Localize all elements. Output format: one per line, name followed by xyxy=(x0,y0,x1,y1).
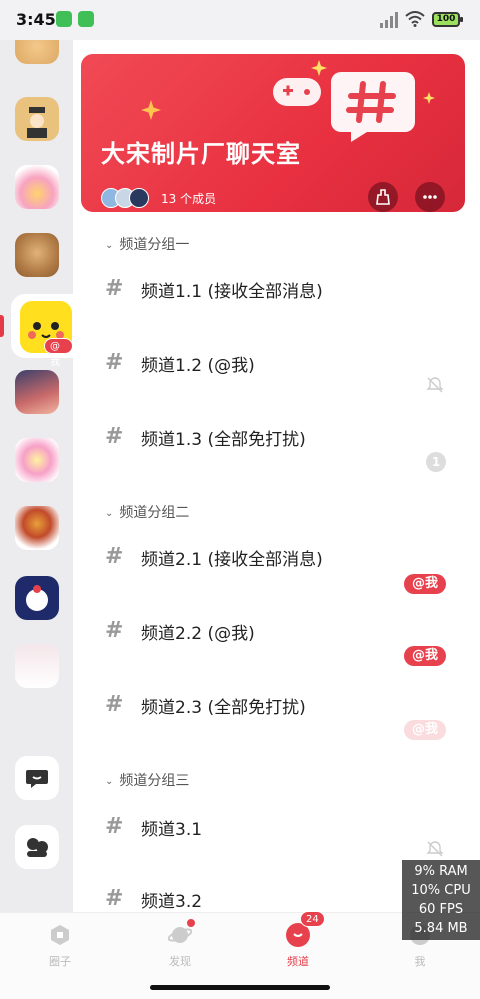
circle-hex-icon xyxy=(48,923,72,947)
group-chat-icon xyxy=(27,838,48,857)
channel-panel[interactable]: 大宋制片厂聊天室 13 个成员 ⌄ 频道分组一 # 频道1.1 (接收全部消息) … xyxy=(73,40,480,912)
bell-off-icon xyxy=(426,376,444,398)
nav-label: 发现 xyxy=(169,955,191,968)
hashtag-icon: # xyxy=(105,276,124,301)
chat-bubble-icon xyxy=(26,770,48,788)
home-indicator[interactable] xyxy=(150,985,330,990)
more-dots-icon xyxy=(423,195,437,199)
server-avatar[interactable] xyxy=(15,576,59,620)
server-avatar[interactable] xyxy=(15,40,59,64)
more-button[interactable] xyxy=(415,182,445,212)
hashtag-icon: # xyxy=(105,350,124,375)
nav-tab-circles[interactable]: 圈子 xyxy=(20,923,100,969)
server-avatar[interactable] xyxy=(15,165,59,209)
mention-badge: @我 xyxy=(44,338,73,368)
sparkle-icon xyxy=(423,92,435,104)
server-rail[interactable]: @我 xyxy=(0,40,73,912)
mention-badge-muted: @我 xyxy=(403,720,446,740)
channel-group-header[interactable]: ⌄ 频道分组一 xyxy=(105,234,189,254)
hashtag-icon: # xyxy=(105,886,124,911)
chevron-down-icon: ⌄ xyxy=(105,776,114,787)
sparkle-icon xyxy=(311,60,327,76)
channel-icon: 24 xyxy=(286,911,325,947)
unread-count-badge: 1 xyxy=(426,452,446,472)
hashtag-icon: # xyxy=(105,814,124,839)
wechat-notification-icon xyxy=(56,11,72,27)
hashtag-icon: # xyxy=(105,618,124,643)
server-avatar[interactable] xyxy=(15,233,59,277)
channel-name: 频道1.1 (接收全部消息) xyxy=(141,282,323,302)
channel-item[interactable]: # 频道2.2 (@我) @我 xyxy=(73,614,480,684)
battery-icon: 100 xyxy=(432,12,463,27)
game-controller-icon xyxy=(273,78,321,106)
server-avatar[interactable] xyxy=(15,97,59,141)
memory-usage: 5.84 MB xyxy=(414,921,468,936)
channel-item[interactable]: # 频道2.3 (全部免打扰) @我 xyxy=(73,688,480,758)
server-avatar[interactable] xyxy=(15,506,59,550)
wechat-notification-icon xyxy=(78,11,94,27)
discover-groups-button[interactable] xyxy=(15,825,59,869)
wifi-icon xyxy=(405,11,425,27)
mention-badge: @我 xyxy=(403,574,446,594)
chevron-down-icon: ⌄ xyxy=(105,240,114,251)
clean-button[interactable] xyxy=(368,182,398,212)
sparkle-icon xyxy=(141,100,161,120)
server-avatar[interactable] xyxy=(15,370,59,414)
ram-usage: 9% RAM xyxy=(414,864,468,879)
channel-name: 频道2.3 (全部免打扰) xyxy=(141,698,306,718)
status-bar: 3:45 100 xyxy=(0,0,480,40)
channel-name: 频道2.2 (@我) xyxy=(141,624,255,644)
hashtag-icon: # xyxy=(105,424,124,449)
server-avatar[interactable] xyxy=(15,438,59,482)
channel-name: 频道1.3 (全部免打扰) xyxy=(141,430,306,450)
nav-label: 圈子 xyxy=(49,955,71,968)
member-avatar xyxy=(129,188,149,208)
planet-icon xyxy=(167,919,195,947)
fps-readout: 60 FPS xyxy=(418,902,464,917)
channel-group-header[interactable]: ⌄ 频道分组二 xyxy=(105,502,189,522)
mention-badge: @我 xyxy=(403,646,446,666)
hashtag-icon: # xyxy=(105,692,124,717)
chat-bubble-button[interactable] xyxy=(15,756,59,800)
notification-dot xyxy=(187,919,195,927)
group-header: 大宋制片厂聊天室 13 个成员 xyxy=(81,54,465,212)
chevron-down-icon: ⌄ xyxy=(105,508,114,519)
status-time: 3:45 xyxy=(16,10,56,29)
active-indicator xyxy=(0,315,4,337)
channel-group-header[interactable]: ⌄ 频道分组三 xyxy=(105,770,189,790)
nav-tab-channel[interactable]: 24 频道 xyxy=(258,911,338,969)
channel-item[interactable]: # 频道1.1 (接收全部消息) xyxy=(73,272,480,342)
channel-name: 频道2.1 (接收全部消息) xyxy=(141,550,323,570)
unread-count-badge: 24 xyxy=(300,911,325,927)
performance-overlay: 9% RAM 10% CPU 60 FPS 5.84 MB xyxy=(402,860,480,940)
channel-name: 频道3.1 xyxy=(141,820,203,840)
channel-item[interactable]: # 频道1.2 (@我) xyxy=(73,346,480,416)
group-title: 大宋制片厂聊天室 xyxy=(101,140,301,168)
member-count[interactable]: 13 个成员 xyxy=(161,190,216,207)
member-avatars[interactable] xyxy=(101,188,155,208)
nav-label: 我 xyxy=(414,955,426,968)
channel-name: 频道1.2 (@我) xyxy=(141,356,255,376)
server-avatar[interactable] xyxy=(15,644,59,688)
nav-label: 频道 xyxy=(287,955,309,968)
hashtag-icon: # xyxy=(105,544,124,569)
nav-tab-discover[interactable]: 发现 xyxy=(140,919,220,969)
channel-item[interactable]: # 频道1.3 (全部免打扰) 1 xyxy=(73,420,480,490)
signal-icon xyxy=(380,12,398,28)
broom-icon xyxy=(376,189,390,205)
channel-item[interactable]: # 频道2.1 (接收全部消息) @我 xyxy=(73,540,480,610)
channel-name: 频道3.2 xyxy=(141,892,203,912)
cpu-usage: 10% CPU xyxy=(411,883,471,898)
bell-off-icon xyxy=(426,840,444,862)
hashtag-bubble-icon xyxy=(331,72,415,142)
